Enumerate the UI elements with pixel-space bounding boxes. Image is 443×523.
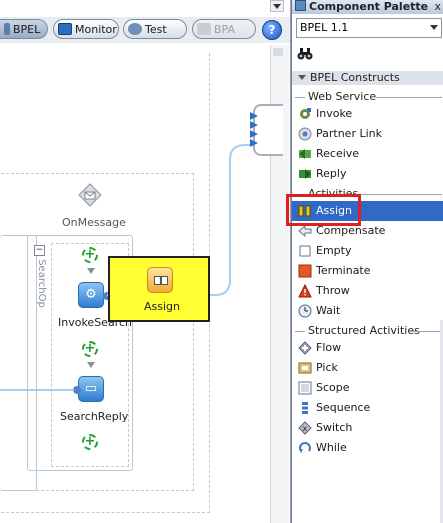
bpel-view-label: BPEL bbox=[13, 23, 41, 36]
palette-title-icon bbox=[295, 0, 306, 11]
palette-item-scope[interactable]: Scope bbox=[292, 378, 443, 398]
palette-item-partner-link[interactable]: Partner Link bbox=[292, 124, 443, 144]
bpa-button: BPA bbox=[192, 19, 256, 39]
pick-icon bbox=[298, 361, 312, 375]
partner-link-icon bbox=[298, 127, 312, 141]
section-collapse-icon bbox=[298, 75, 306, 80]
search-reply-activity[interactable]: ▭ bbox=[78, 376, 104, 402]
monitor-icon bbox=[58, 23, 72, 35]
bpa-label: BPA bbox=[214, 23, 236, 36]
reply-icon: ▭ bbox=[84, 381, 98, 396]
palette-item-wait[interactable]: Wait bbox=[292, 301, 443, 321]
scope-icon bbox=[298, 381, 312, 395]
palette-item-while[interactable]: While bbox=[292, 438, 443, 458]
help-icon[interactable]: ? bbox=[262, 20, 282, 40]
palette-close-icon[interactable]: x bbox=[434, 0, 441, 14]
bpel-design-canvas[interactable]: BPEL Monitor Test BPA ? OnMessage − Sear… bbox=[0, 0, 291, 523]
canvas-scroll-up-arrow[interactable] bbox=[270, 0, 284, 12]
reply-icon bbox=[298, 167, 312, 181]
test-icon bbox=[128, 23, 142, 35]
section-label: BPEL Constructs bbox=[310, 71, 400, 84]
palette-title-bar: Component Palette x bbox=[292, 0, 443, 14]
palette-page-value: BPEL 1.1 bbox=[300, 21, 349, 34]
palette-item-label: Flow bbox=[316, 341, 342, 354]
bpa-icon bbox=[197, 23, 211, 35]
drop-zone-3[interactable]: + bbox=[82, 434, 98, 450]
sequence-icon bbox=[298, 401, 312, 415]
chevron-down-icon bbox=[430, 25, 438, 30]
monitor-label: Monitor bbox=[75, 23, 117, 36]
palette-item-label: Terminate bbox=[316, 264, 371, 277]
scrollbar-thumb[interactable] bbox=[273, 48, 283, 56]
onmessage-icon[interactable] bbox=[78, 183, 102, 207]
invoke-search-activity[interactable]: ⚙ bbox=[78, 282, 104, 308]
designer-toolbar: BPEL Monitor Test BPA bbox=[0, 17, 290, 43]
web-service-group-header: Web Service bbox=[292, 90, 443, 104]
terminate-icon bbox=[298, 264, 312, 278]
bpel-icon bbox=[4, 23, 10, 35]
palette-item-invoke[interactable]: Invoke bbox=[292, 104, 443, 124]
palette-item-label: Switch bbox=[316, 421, 353, 434]
invoke-gear-icon: ⚙ bbox=[85, 287, 97, 302]
monitor-button[interactable]: Monitor bbox=[53, 19, 119, 39]
palette-item-reply[interactable]: Reply bbox=[292, 164, 443, 184]
web-service-group-label: Web Service bbox=[308, 90, 377, 103]
invoke-icon bbox=[298, 107, 312, 121]
assign-drag-label: Assign bbox=[144, 300, 180, 313]
palette-item-label: Partner Link bbox=[316, 127, 382, 140]
partner-link-ports-icon bbox=[250, 112, 258, 147]
palette-item-label: Wait bbox=[316, 304, 341, 317]
palette-item-label: Reply bbox=[316, 167, 347, 180]
palette-item-empty[interactable]: Empty bbox=[292, 241, 443, 261]
structured-activities-group-label: Structured Activities bbox=[308, 324, 420, 337]
drop-zone-1[interactable]: + bbox=[82, 247, 98, 263]
assign-drag-proxy[interactable]: Assign bbox=[108, 256, 210, 322]
flow-arrow-1 bbox=[87, 268, 95, 274]
assign-icon bbox=[147, 267, 173, 293]
search-reply-label: SearchReply bbox=[60, 410, 129, 423]
test-button[interactable]: Test bbox=[123, 19, 187, 39]
receive-icon bbox=[298, 147, 312, 161]
palette-title: Component Palette bbox=[309, 0, 429, 13]
empty-icon bbox=[298, 244, 312, 258]
drop-zone-2[interactable]: + bbox=[82, 341, 98, 357]
palette-item-label: Invoke bbox=[316, 107, 353, 120]
compensate-icon bbox=[298, 224, 312, 238]
flow-icon bbox=[298, 341, 312, 355]
scope-label: SearchOp bbox=[35, 259, 47, 308]
scope-collapse-toggle[interactable]: − bbox=[34, 245, 45, 256]
throw-icon bbox=[298, 283, 312, 298]
binoculars-search-icon[interactable] bbox=[297, 46, 313, 60]
structured-activities-group-header: Structured Activities bbox=[292, 324, 443, 338]
switch-icon: x bbox=[298, 421, 312, 435]
palette-item-flow[interactable]: Flow bbox=[292, 338, 443, 358]
test-label: Test bbox=[145, 23, 167, 36]
palette-item-terminate[interactable]: Terminate bbox=[292, 261, 443, 281]
palette-item-sequence[interactable]: Sequence bbox=[292, 398, 443, 418]
svg-text:x: x bbox=[303, 424, 308, 433]
palette-item-throw[interactable]: Throw bbox=[292, 281, 443, 301]
while-icon bbox=[298, 441, 312, 455]
reply-partner-line bbox=[0, 389, 74, 391]
palette-item-pick[interactable]: Pick bbox=[292, 358, 443, 378]
reply-connector bbox=[73, 386, 81, 394]
palette-page-select[interactable]: BPEL 1.1 bbox=[296, 18, 442, 38]
palette-item-label: Receive bbox=[316, 147, 360, 160]
component-palette: Component Palette x BPEL 1.1 BPEL Constr… bbox=[291, 0, 443, 523]
bpel-constructs-section[interactable]: BPEL Constructs bbox=[292, 71, 443, 85]
palette-item-receive[interactable]: Receive bbox=[292, 144, 443, 164]
flow-arrow-2 bbox=[87, 362, 95, 368]
palette-item-label: Throw bbox=[316, 284, 350, 297]
palette-item-label: While bbox=[316, 441, 347, 454]
palette-item-label: Sequence bbox=[316, 401, 371, 414]
assign-highlight-box bbox=[286, 194, 361, 226]
palette-item-switch[interactable]: x Switch bbox=[292, 418, 443, 438]
bpel-view-button[interactable]: BPEL bbox=[0, 19, 48, 39]
palette-item-label: Empty bbox=[316, 244, 352, 257]
palette-item-label: Pick bbox=[316, 361, 338, 374]
wait-icon bbox=[298, 304, 312, 318]
palette-item-label: Scope bbox=[316, 381, 350, 394]
